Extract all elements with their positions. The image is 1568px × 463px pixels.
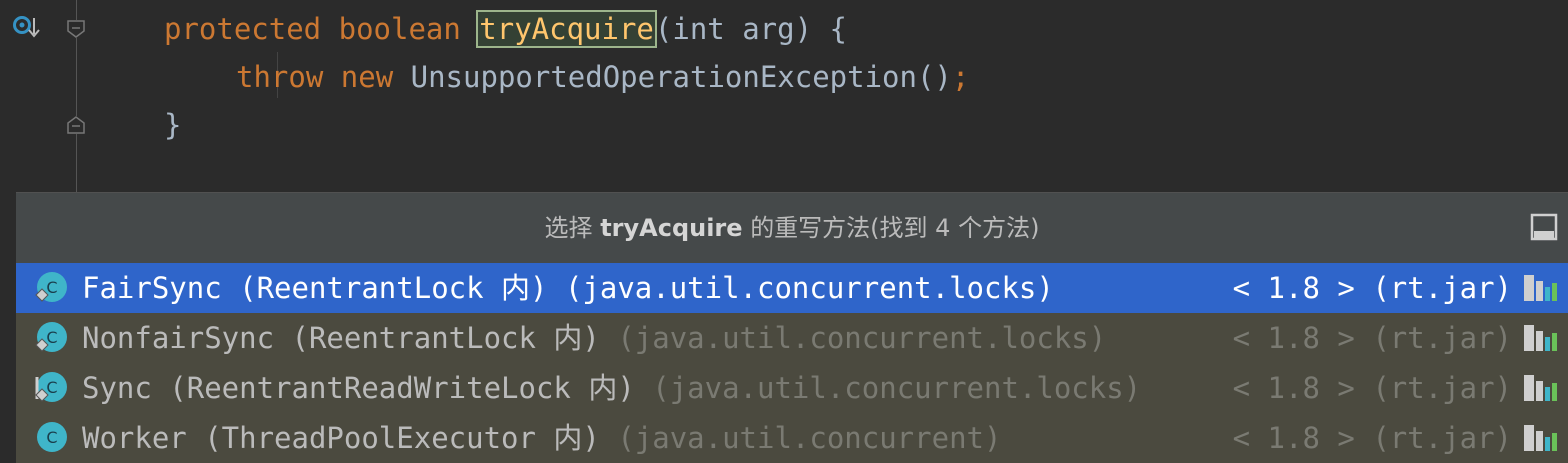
class-icon: C (35, 322, 67, 352)
pin-popup-icon[interactable] (1530, 213, 1558, 241)
list-item[interactable]: C FairSync (ReentrantLock 内) (java.util.… (16, 263, 1568, 313)
item-library: < 1.8 > (rt.jar) (1232, 371, 1512, 405)
title-suffix: 的重写方法(找到 4 个方法) (750, 214, 1040, 242)
code-text: } (164, 108, 182, 142)
item-library: < 1.8 > (rt.jar) (1232, 421, 1512, 455)
library-jar-icon (1524, 425, 1557, 451)
class-icon: C (35, 372, 67, 402)
item-name: Worker (ThreadPoolExecutor 内) (82, 421, 600, 455)
override-method-icon[interactable] (12, 14, 40, 42)
overrides-popup: 选择 tryAcquire 的重写方法(找到 4 个方法) C FairSync… (16, 192, 1568, 463)
svg-text:C: C (46, 428, 57, 447)
list-item[interactable]: C Worker (ThreadPoolExecutor 内) (java.ut… (16, 413, 1568, 463)
item-label: Sync (ReentrantReadWriteLock 内) (java.ut… (82, 363, 1141, 413)
item-package: (java.util.concurrent.locks) (547, 271, 1054, 305)
code-text: (int arg) { (654, 12, 847, 46)
item-library: < 1.8 > (rt.jar) (1232, 321, 1512, 355)
class-icon: C (37, 422, 67, 452)
library-jar-icon (1524, 325, 1557, 351)
semicolon: ; (951, 60, 970, 94)
code-line-2[interactable]: throw new UnsupportedOperationException(… (236, 53, 969, 101)
keyword: boolean (338, 12, 461, 46)
code-line-3[interactable]: } (164, 101, 181, 149)
class-icon: C (35, 272, 67, 302)
item-package: (java.util.concurrent.locks) (634, 371, 1142, 405)
item-library: < 1.8 > (rt.jar) (1232, 271, 1512, 305)
title-method: tryAcquire (600, 214, 743, 242)
svg-text:C: C (46, 328, 57, 347)
item-package: (java.util.concurrent.locks) (599, 321, 1107, 355)
item-name: NonfairSync (ReentrantLock 内) (82, 321, 600, 355)
item-name: Sync (ReentrantReadWriteLock 内) (82, 371, 635, 405)
fold-icon[interactable] (67, 20, 85, 38)
overrides-list: C FairSync (ReentrantLock 内) (java.util.… (16, 263, 1568, 463)
library-jar-icon (1524, 275, 1557, 301)
fold-icon[interactable] (67, 116, 85, 134)
item-name: FairSync (ReentrantLock 内) (82, 271, 548, 305)
method-name-highlight[interactable]: tryAcquire (476, 10, 657, 48)
list-item[interactable]: C NonfairSync (ReentrantLock 内) (java.ut… (16, 313, 1568, 363)
item-label: Worker (ThreadPoolExecutor 内) (java.util… (82, 413, 1001, 463)
popup-title: 选择 tryAcquire 的重写方法(找到 4 个方法) (16, 193, 1568, 263)
code-editor[interactable]: protected boolean tryAcquire(int arg) { … (120, 0, 1568, 192)
item-label: NonfairSync (ReentrantLock 内) (java.util… (82, 313, 1106, 363)
keyword: protected (164, 12, 322, 46)
keyword: new (340, 60, 394, 94)
item-package: (java.util.concurrent) (599, 421, 1002, 455)
code-text: UnsupportedOperationException() (410, 60, 952, 94)
item-label: FairSync (ReentrantLock 内) (java.util.co… (82, 263, 1054, 313)
code-line-1[interactable]: protected boolean tryAcquire(int arg) { (164, 5, 847, 53)
svg-text:C: C (46, 378, 57, 397)
library-jar-icon (1524, 375, 1557, 401)
title-prefix: 选择 (544, 214, 593, 242)
keyword: throw (236, 60, 324, 94)
popup-header: 选择 tryAcquire 的重写方法(找到 4 个方法) (16, 193, 1568, 263)
svg-text:C: C (46, 278, 57, 297)
list-item[interactable]: C Sync (ReentrantReadWriteLock 内) (java.… (16, 363, 1568, 413)
